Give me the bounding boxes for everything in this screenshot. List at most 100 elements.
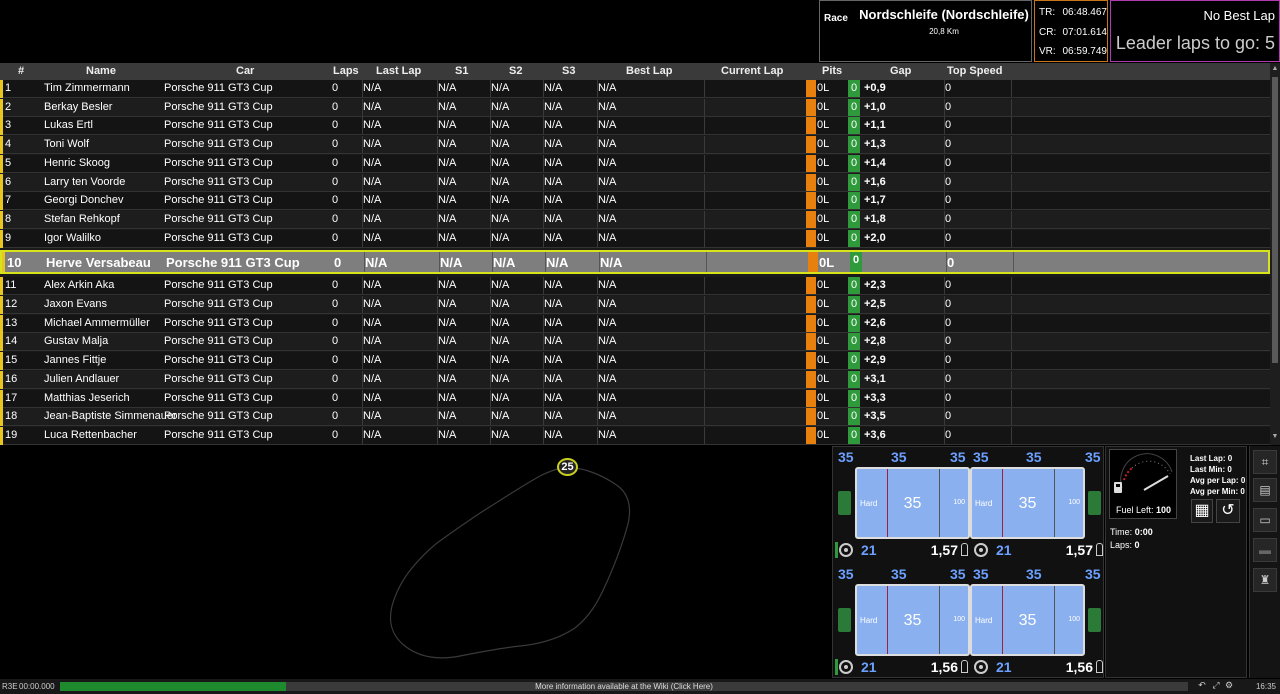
cell-last-lap: N/A bbox=[363, 194, 382, 207]
wiki-link[interactable]: More information available at the Wiki (… bbox=[60, 682, 1188, 691]
scroll-down-icon[interactable]: ▼ bbox=[1270, 433, 1280, 443]
position-marker bbox=[0, 173, 3, 192]
col-pos[interactable]: # bbox=[18, 65, 24, 77]
fuel-level-bar bbox=[806, 333, 816, 351]
table-row[interactable]: 0 16 Julien Andlauer Porsche 911 GT3 Cup 0 N/… bbox=[0, 370, 1270, 389]
table-row[interactable]: 0 6 Larry ten Voorde Porsche 911 GT3 Cup 0 N/… bbox=[0, 173, 1270, 192]
folder-icon[interactable]: ▭ bbox=[1253, 508, 1277, 532]
table-row[interactable]: 0 19 Luca Rettenbacher Porsche 911 GT3 Cup 0… bbox=[0, 426, 1270, 445]
col-last-lap[interactable]: Last Lap bbox=[376, 65, 421, 77]
cell-s1: N/A bbox=[438, 175, 457, 188]
cell-s3: N/A bbox=[544, 316, 563, 329]
cell-laps: 0 bbox=[332, 279, 339, 292]
table-row[interactable]: 0 1 Tim Zimmermann Porsche 911 GT3 Cup 0 N/A N… bbox=[0, 80, 1270, 98]
pit-count: 0 bbox=[848, 80, 860, 97]
cell-laps: 0 bbox=[332, 138, 339, 151]
cell-car: Porsche 911 GT3 Cup bbox=[164, 298, 273, 310]
tyre-graphic: Hard 35 100 bbox=[855, 467, 970, 539]
table-scrollbar[interactable]: ▲ ▼ bbox=[1270, 63, 1280, 445]
tyre-sidewall-icon bbox=[1088, 491, 1101, 515]
col-best-lap[interactable]: Best Lap bbox=[626, 65, 672, 77]
scroll-thumb[interactable] bbox=[1272, 77, 1278, 363]
tyre-front-right: 35 35 35 Hard 35 100 21 1,57 bbox=[970, 447, 1105, 562]
chart-icon[interactable]: ⌗ bbox=[1253, 450, 1277, 474]
table-row[interactable]: 0 18 Jean-Baptiste Simmenauer Porsche 911 G… bbox=[0, 408, 1270, 427]
table-row[interactable]: 0 12 Jaxon Evans Porsche 911 GT3 Cup 0 N/A N/A… bbox=[0, 296, 1270, 314]
trophy-icon[interactable]: ♜ bbox=[1253, 568, 1277, 592]
column-separator bbox=[1011, 80, 1012, 97]
col-laps[interactable]: Laps bbox=[333, 65, 359, 77]
col-current-lap[interactable]: Current Lap bbox=[721, 65, 783, 77]
col-pits[interactable]: Pits bbox=[822, 65, 842, 77]
wiki-link-bar[interactable]: More information available at the Wiki (… bbox=[60, 682, 1188, 691]
cell-fuel: 0L bbox=[817, 82, 830, 94]
table-row[interactable]: 0 3 Lukas Ertl Porsche 911 GT3 Cup 0 N/A N/A N/… bbox=[0, 117, 1270, 136]
pressure-valve-icon bbox=[961, 660, 968, 673]
fuel-laps-value: 0 bbox=[1134, 540, 1140, 550]
record-value: 06:48.467 bbox=[1062, 7, 1108, 18]
col-name[interactable]: Name bbox=[86, 65, 116, 77]
map-car-marker[interactable]: 25 bbox=[557, 458, 578, 476]
cell-s3: N/A bbox=[544, 175, 563, 188]
cell-top-speed: 0 bbox=[945, 391, 952, 404]
cell-laps: 0 bbox=[332, 298, 339, 310]
col-car[interactable]: Car bbox=[236, 65, 254, 77]
table-row[interactable]: 0 8 Stefan Rehkopf Porsche 911 GT3 Cup 0 N/A N… bbox=[0, 210, 1270, 229]
position-marker bbox=[0, 117, 3, 136]
table-row[interactable]: 0 9 Igor Walilko Porsche 911 GT3 Cup 0 N/A N/A… bbox=[0, 229, 1270, 248]
reset-icon[interactable]: ↺ bbox=[1216, 499, 1240, 523]
cell-car: Porsche 911 GT3 Cup bbox=[164, 231, 273, 244]
calculator-icon[interactable]: ▦ bbox=[1191, 499, 1213, 523]
cell-s1: N/A bbox=[438, 138, 457, 151]
document-icon[interactable]: ▤ bbox=[1253, 478, 1277, 502]
table-row[interactable]: 0 5 Henric Skoog Porsche 911 GT3 Cup 0 N/A N/A… bbox=[0, 154, 1270, 173]
table-row[interactable]: 0 13 Michael Ammermüller Porsche 911 GT3 Cu… bbox=[0, 314, 1270, 333]
cell-car: Porsche 911 GT3 Cup bbox=[164, 194, 273, 207]
record-value: 07:01.614 bbox=[1062, 27, 1108, 38]
cell-best-lap: N/A bbox=[598, 138, 617, 151]
table-row[interactable]: 0 17 Matthias Jeserich Porsche 911 GT3 Cup 0… bbox=[0, 389, 1270, 408]
cell-laps: 0 bbox=[332, 372, 339, 385]
table-row[interactable]: 0 11 Alex Arkin Aka Porsche 911 GT3 Cup 0 N/A… bbox=[0, 277, 1270, 296]
disabled-tool-icon[interactable]: ▬ bbox=[1253, 538, 1277, 562]
col-gap[interactable]: Gap bbox=[890, 65, 911, 77]
settings-gear-icon[interactable]: ⚙ bbox=[1223, 680, 1235, 692]
table-row[interactable]: 0 2 Berkay Besler Porsche 911 GT3 Cup 0 N/A N/… bbox=[0, 98, 1270, 117]
col-top-speed[interactable]: Top Speed bbox=[947, 65, 1002, 77]
cell-top-speed: 0 bbox=[945, 354, 952, 367]
pit-count: 0 bbox=[848, 352, 860, 370]
cell-car: Porsche 911 GT3 Cup bbox=[164, 410, 273, 423]
cell-s2: N/A bbox=[491, 194, 510, 207]
expand-icon[interactable]: ⤢ bbox=[1210, 680, 1222, 692]
cell-top-speed: 0 bbox=[947, 255, 955, 271]
tyre-graphic: Hard 35 100 bbox=[970, 467, 1085, 539]
table-row[interactable]: 0 7 Georgi Donchev Porsche 911 GT3 Cup 0 N/A N… bbox=[0, 192, 1270, 211]
col-s3[interactable]: S3 bbox=[562, 65, 575, 77]
table-row[interactable]: 0 4 Toni Wolf Porsche 911 GT3 Cup 0 N/A N/A N/A… bbox=[0, 136, 1270, 155]
brake-disc-icon bbox=[974, 543, 988, 557]
cell-gap: +1,8 bbox=[864, 212, 886, 225]
fuel-stat-value: 0 bbox=[1227, 454, 1233, 463]
table-row[interactable]: 0 15 Jannes Fittje Porsche 911 GT3 Cup 0 N/A N… bbox=[0, 352, 1270, 371]
header-spacer bbox=[0, 0, 818, 62]
col-s1[interactable]: S1 bbox=[455, 65, 468, 77]
cell-laps: 0 bbox=[332, 175, 339, 188]
column-separator bbox=[704, 136, 705, 154]
clock: 16:35 bbox=[1255, 682, 1276, 691]
cell-s2: N/A bbox=[491, 175, 510, 188]
cell-last-lap: N/A bbox=[365, 255, 388, 271]
cell-last-lap: N/A bbox=[363, 138, 382, 151]
column-separator bbox=[1011, 98, 1012, 116]
cell-pos: 13 bbox=[5, 316, 18, 329]
column-separator bbox=[704, 117, 705, 135]
tyre-core-temp: 35 bbox=[903, 612, 922, 629]
cell-s2: N/A bbox=[491, 212, 510, 225]
col-s2[interactable]: S2 bbox=[509, 65, 522, 77]
scroll-up-icon[interactable]: ▲ bbox=[1270, 65, 1280, 75]
table-row-player[interactable]: 0 10 Herve Versabeau Porsche 911 GT3 Cup 0 N/… bbox=[0, 250, 1270, 275]
cell-pos: 9 bbox=[5, 231, 12, 244]
position-marker bbox=[0, 229, 3, 248]
table-row[interactable]: 0 14 Gustav Malja Porsche 911 GT3 Cup 0 N/A N/… bbox=[0, 333, 1270, 352]
cell-best-lap: N/A bbox=[598, 298, 617, 310]
undo-icon[interactable]: ↶ bbox=[1196, 680, 1208, 692]
